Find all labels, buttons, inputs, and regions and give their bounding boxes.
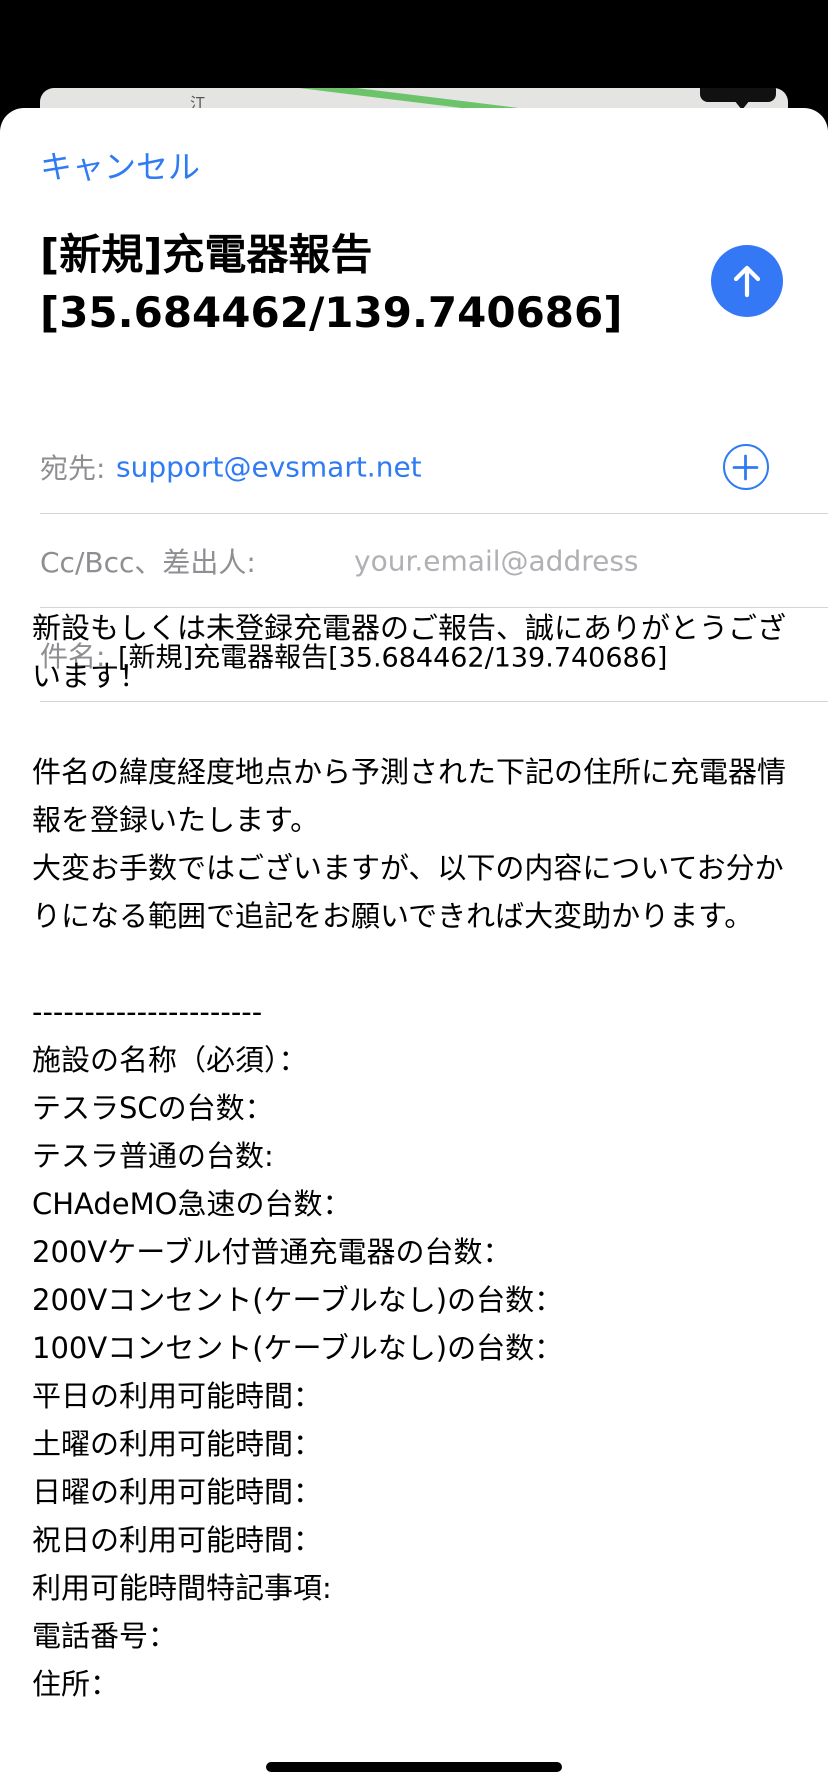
add-recipient-button[interactable] xyxy=(723,444,769,490)
to-recipient[interactable]: support@evsmart.net xyxy=(116,450,422,483)
to-label: 宛先: xyxy=(40,451,106,485)
cc-bcc-from-field[interactable]: Cc/Bcc、差出人: your.email@address xyxy=(40,514,828,608)
from-email-placeholder[interactable]: your.email@address xyxy=(354,544,639,577)
to-field: 宛先: support@evsmart.net xyxy=(40,420,828,514)
compose-title-text: [新規]充電器報告 [35.684462/139.740686] xyxy=(40,230,623,337)
cancel-button[interactable]: キャンセル xyxy=(40,142,200,188)
compose-title: [新規]充電器報告 [35.684462/139.740686] xyxy=(40,226,680,342)
message-body[interactable]: 新設もしくは未登録充電器のご報告、誠にありがとうございます！ 件名の緯度経度地点… xyxy=(32,604,812,1708)
arrow-up-icon xyxy=(733,265,761,298)
home-indicator[interactable] xyxy=(266,1762,562,1772)
screen: 江 キャンセル [新規]充電器報告 [35.684462/139.740686]… xyxy=(0,0,828,1792)
cc-label: Cc/Bcc、差出人: xyxy=(40,545,256,579)
send-button[interactable] xyxy=(711,245,783,317)
plus-circle-icon xyxy=(732,454,759,480)
